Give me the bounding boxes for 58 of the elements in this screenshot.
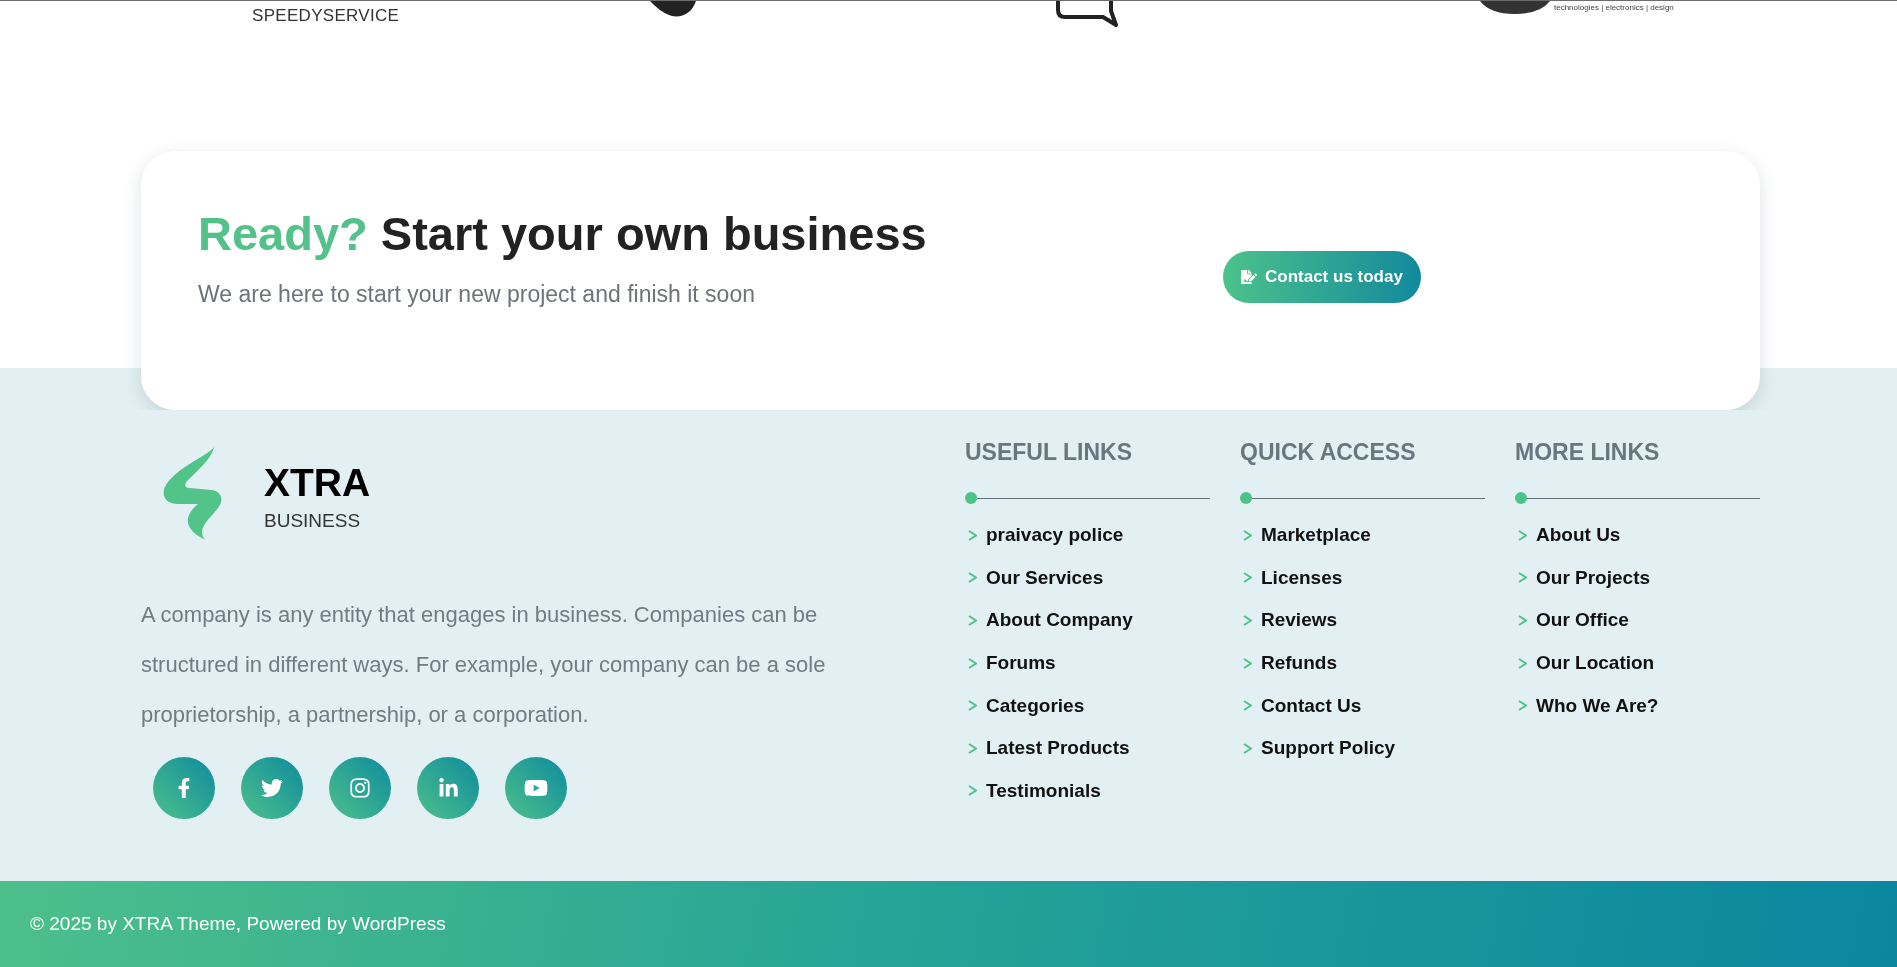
chevron-icon (1243, 572, 1252, 584)
footer-link[interactable]: Categories (965, 684, 1085, 727)
footer-link[interactable]: Licenses (1240, 556, 1343, 600)
chevron-icon (968, 785, 977, 797)
chevron-icon (1518, 700, 1527, 712)
footer-link[interactable]: About Company (965, 599, 1133, 642)
chevron-icon (968, 742, 977, 754)
copyright-text: © 2025 by XTRA Theme, Powered by WordPress (30, 913, 446, 935)
chevron-icon (1518, 572, 1527, 584)
chevron-icon (1518, 529, 1527, 541)
brand-name: XTRA (264, 463, 371, 502)
divider-dot-icon (1240, 492, 1252, 504)
column-heading: USEFUL LINKS (965, 438, 1133, 466)
chevron-icon (968, 657, 977, 669)
footer-link[interactable]: Marketplace (1240, 514, 1371, 557)
chevron-icon (968, 572, 977, 584)
chevron-icon (1243, 700, 1252, 712)
column-heading: QUICK ACCESS (1240, 438, 1417, 466)
cta-heading: Ready? Start your own business (198, 207, 928, 261)
document-icon (1241, 269, 1257, 285)
chevron-icon (1243, 615, 1252, 626)
about-text: A company is any entity that engages in business. Companies can be structured in different ways. For example, your company can be a sole proprietorship, a partnership, or a corporation. (141, 601, 827, 729)
footer-link[interactable]: Our Office (1515, 599, 1629, 642)
oval-logo-icon (1480, 1, 1550, 14)
chevron-icon (1518, 615, 1527, 626)
chevron-icon (1243, 657, 1252, 669)
footer-link[interactable]: Testimonials (965, 769, 1101, 813)
footer-link[interactable]: Reviews (1240, 599, 1338, 642)
chevron-icon (968, 700, 977, 712)
footer-link[interactable]: Who We Are? (1515, 684, 1659, 727)
footer-link[interactable]: Our Projects (1515, 556, 1651, 600)
footer-link[interactable]: praivacy police (965, 514, 1124, 557)
speech-bubble-icon (1055, 1, 1119, 27)
logo-tagline: technologies | electronics | design (1554, 3, 1674, 13)
column-heading: MORE LINKS (1515, 438, 1661, 466)
chevron-icon (968, 529, 977, 541)
chevron-icon (1518, 657, 1527, 669)
footer-link[interactable]: About Us (1515, 514, 1621, 557)
footer-link[interactable]: Contact Us (1240, 684, 1362, 727)
swoosh-logo-icon (650, 1, 696, 17)
footer-link[interactable]: Refunds (1240, 641, 1337, 685)
footer-link[interactable]: Our Services (965, 556, 1104, 600)
squiggle-logo-icon (162, 446, 224, 541)
twitter-icon (261, 777, 283, 799)
footer-link[interactable]: Forums (965, 641, 1056, 685)
chevron-icon (968, 615, 977, 626)
instagram-icon (349, 777, 371, 799)
brand-tagline: BUSINESS (264, 510, 362, 532)
chevron-icon (1243, 742, 1252, 754)
cta-subtitle: We are here to start your new project and finish it soon (198, 280, 756, 309)
footer-link[interactable]: Support Policy (1240, 726, 1396, 770)
footer-link[interactable]: Latest Products (965, 726, 1130, 770)
divider-dot-icon (1515, 492, 1527, 504)
logo-wordmark: SPEEDYSERVICE (252, 6, 400, 26)
linkedin-icon (437, 777, 459, 799)
footer-link[interactable]: Our Location (1515, 641, 1655, 685)
divider-dot-icon (965, 492, 977, 504)
chevron-icon (1243, 529, 1252, 541)
